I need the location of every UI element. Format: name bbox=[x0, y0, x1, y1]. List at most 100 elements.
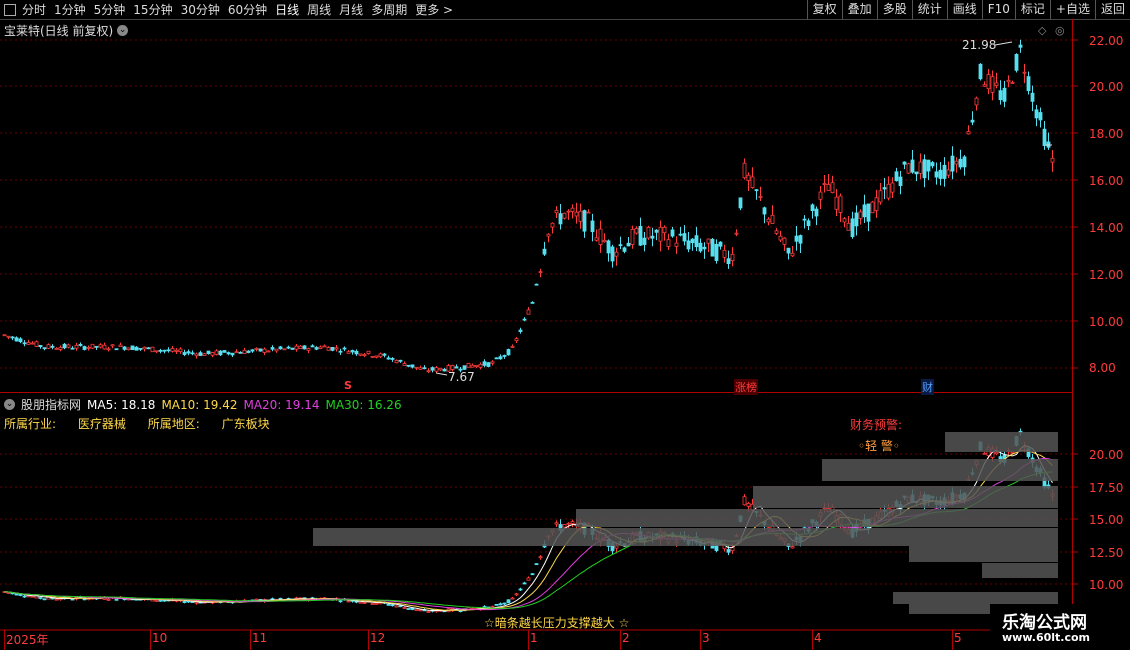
price-tick: 8.00 bbox=[1089, 361, 1116, 375]
s-signal-marker[interactable]: S bbox=[344, 379, 352, 392]
indicator-name[interactable]: 股朋指标网 bbox=[21, 396, 81, 413]
industry-info: 所属行业: 医疗器械 所属地区: 广东板块 bbox=[4, 415, 288, 432]
candle-body bbox=[430, 609, 435, 612]
toolbar-button-7[interactable]: +自选 bbox=[1049, 0, 1095, 19]
candle-body bbox=[186, 600, 191, 603]
candle-body bbox=[1010, 451, 1015, 454]
pressure-support-bar bbox=[893, 592, 1058, 604]
candle-body bbox=[1022, 445, 1027, 448]
period-tab-5[interactable]: 60分钟 bbox=[224, 1, 271, 18]
menu-icon[interactable] bbox=[4, 3, 16, 16]
candle-body bbox=[766, 527, 771, 530]
candle-body bbox=[990, 448, 995, 458]
limit-up-list-marker[interactable]: 涨榜 bbox=[734, 379, 758, 395]
candle-body bbox=[986, 447, 991, 456]
candle-body bbox=[850, 527, 855, 538]
diamond-icon[interactable]: ◇ bbox=[1038, 24, 1046, 37]
indicator-tick: 12.50 bbox=[1089, 546, 1124, 560]
period-tab-9[interactable]: 多周期 bbox=[367, 1, 411, 18]
candle-body bbox=[662, 531, 667, 536]
candle-body bbox=[934, 501, 939, 505]
candle-body bbox=[698, 540, 703, 546]
candle-body bbox=[1026, 448, 1031, 457]
candle-body bbox=[526, 577, 531, 581]
candle-body bbox=[446, 608, 451, 613]
chevron-down-icon[interactable]: ⌄ bbox=[4, 399, 15, 410]
candle-body bbox=[326, 598, 331, 601]
pressure-support-bar bbox=[822, 459, 1058, 481]
period-tab-10[interactable]: 更多 > bbox=[411, 1, 457, 18]
region-label: 所属地区: bbox=[147, 417, 200, 431]
financial-marker[interactable]: 财 bbox=[921, 379, 934, 395]
candle-body bbox=[1038, 468, 1043, 474]
toolbar-button-5[interactable]: F10 bbox=[981, 0, 1015, 19]
period-tab-1[interactable]: 1分钟 bbox=[50, 1, 90, 18]
period-tab-7[interactable]: 周线 bbox=[303, 1, 335, 18]
candle-body bbox=[366, 600, 371, 603]
industry-value: 医疗器械 bbox=[77, 417, 126, 431]
period-tab-2[interactable]: 5分钟 bbox=[90, 1, 130, 18]
candle-body bbox=[658, 531, 663, 541]
candle-body bbox=[490, 606, 495, 608]
candle-body bbox=[562, 523, 567, 528]
candle-body bbox=[610, 542, 615, 552]
candle-body bbox=[966, 478, 971, 481]
candle-body bbox=[674, 540, 679, 544]
candle-body bbox=[598, 532, 603, 543]
candle-body bbox=[694, 536, 699, 544]
candle-body bbox=[402, 607, 407, 610]
candle-body bbox=[250, 599, 255, 602]
toolbar-button-0[interactable]: 复权 bbox=[806, 0, 842, 19]
candle-body bbox=[34, 595, 39, 599]
candle-body bbox=[66, 596, 71, 599]
date-tick-line bbox=[250, 630, 251, 650]
date-tick-line bbox=[368, 630, 369, 650]
toolbar-button-4[interactable]: 画线 bbox=[946, 0, 982, 19]
candle-body bbox=[938, 500, 943, 506]
toolbar-button-3[interactable]: 统计 bbox=[911, 0, 947, 19]
period-tab-4[interactable]: 30分钟 bbox=[177, 1, 224, 18]
period-tab-6[interactable]: 日线 bbox=[271, 1, 303, 18]
candle-body bbox=[358, 601, 363, 604]
date-tick-line bbox=[812, 630, 813, 650]
settings-circle-icon[interactable]: ◎ bbox=[1055, 24, 1065, 37]
candle-body bbox=[542, 543, 547, 548]
candle-body bbox=[718, 539, 723, 544]
period-tab-8[interactable]: 月线 bbox=[335, 1, 367, 18]
candle-body bbox=[870, 517, 875, 525]
candle-body bbox=[306, 598, 311, 601]
candle-body bbox=[838, 514, 843, 525]
candle-body bbox=[890, 507, 895, 514]
high-price-label: 21.98 bbox=[962, 38, 997, 52]
candle-body bbox=[86, 598, 91, 601]
chevron-down-icon[interactable]: ⌄ bbox=[117, 25, 129, 36]
candle-body bbox=[426, 611, 431, 613]
candle-body bbox=[266, 600, 271, 602]
stock-title: 宝莱特(日线 前复权) ⌄ bbox=[4, 22, 129, 39]
candle-body bbox=[418, 609, 423, 612]
candle-body bbox=[230, 601, 235, 604]
candle-body bbox=[310, 597, 315, 600]
toolbar-button-6[interactable]: 标记 bbox=[1014, 0, 1050, 19]
candle-body bbox=[746, 502, 751, 507]
candle-body bbox=[778, 536, 783, 540]
candle-body bbox=[930, 495, 935, 499]
indicator-tick: 10.00 bbox=[1089, 578, 1124, 592]
candle-body bbox=[814, 521, 819, 527]
period-tab-0[interactable]: 分时 bbox=[18, 1, 50, 18]
candle-body bbox=[994, 451, 999, 455]
candle-body bbox=[782, 537, 787, 542]
toolbar-button-8[interactable]: 返回 bbox=[1094, 0, 1130, 19]
candle-body bbox=[18, 593, 23, 596]
candle-body bbox=[302, 597, 307, 600]
candle-body bbox=[174, 599, 179, 602]
candle-body bbox=[130, 597, 135, 601]
candle-body bbox=[794, 536, 799, 541]
toolbar-button-1[interactable]: 叠加 bbox=[841, 0, 877, 19]
candle-body bbox=[642, 537, 647, 543]
candle-body bbox=[458, 610, 463, 613]
toolbar-button-2[interactable]: 多股 bbox=[876, 0, 912, 19]
period-tab-3[interactable]: 15分钟 bbox=[129, 1, 176, 18]
watermark-title: 乐淘公式网 bbox=[1002, 613, 1087, 633]
candle-body bbox=[1018, 430, 1023, 433]
